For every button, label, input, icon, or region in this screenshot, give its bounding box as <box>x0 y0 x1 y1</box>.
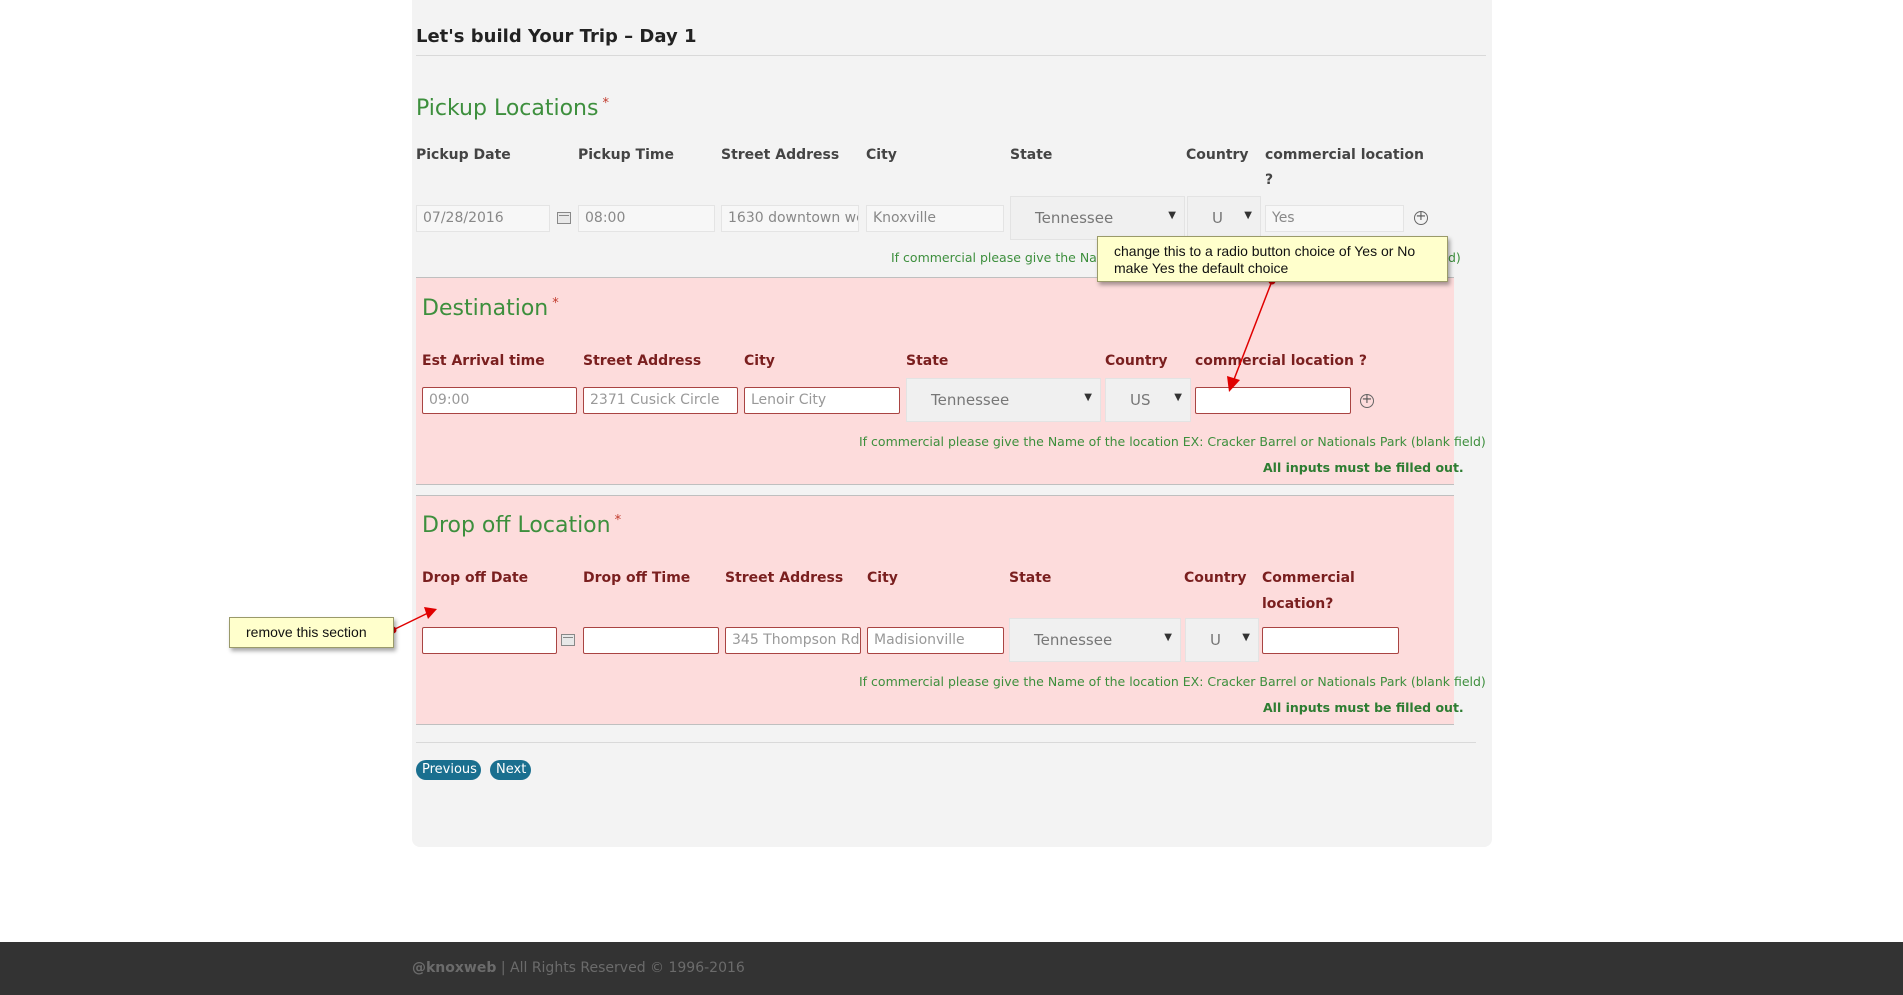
radio-button-callout: change this to a radio button choice of … <box>1097 236 1448 282</box>
remove-section-callout: remove this section <box>229 617 394 648</box>
footer-brand-link[interactable]: @knoxweb <box>412 960 496 976</box>
annotation-arrows <box>389 277 1276 634</box>
callout-line-2: make Yes the default choice <box>1114 260 1289 276</box>
footer-text: @knoxweb | All Rights Reserved © 1996-20… <box>412 960 745 976</box>
callout-line-1: change this to a radio button choice of … <box>1114 243 1416 259</box>
footer <box>0 942 1903 995</box>
remove-callout-text: remove this section <box>246 624 367 640</box>
footer-copyright: | All Rights Reserved © 1996-2016 <box>496 960 745 976</box>
